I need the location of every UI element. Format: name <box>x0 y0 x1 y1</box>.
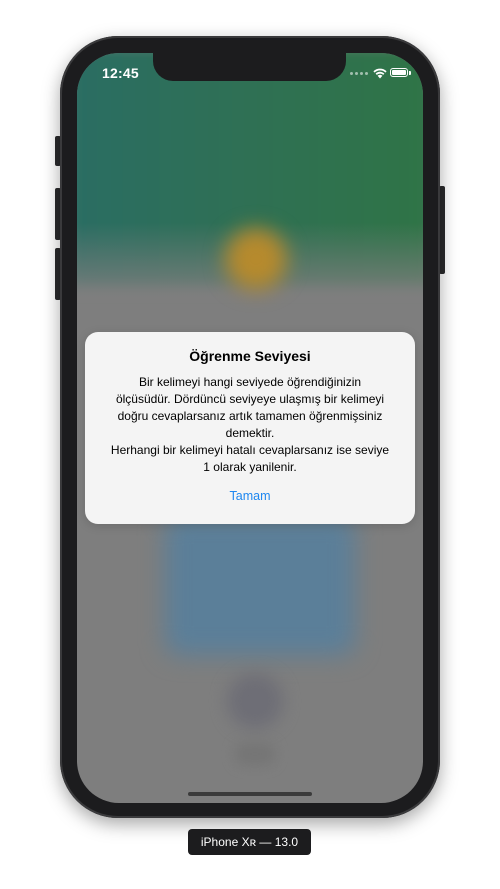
blurred-caption <box>235 743 275 765</box>
alert-message: Bir kelimeyi hangi seviyede öğrendiğiniz… <box>99 374 401 476</box>
status-icons <box>350 66 411 82</box>
blurred-card <box>165 515 355 655</box>
signal-dots-icon <box>350 72 370 76</box>
alert-message-line: Bir kelimeyi hangi seviyede öğrendiğiniz… <box>138 375 362 389</box>
alert-message-line: demektir. <box>225 426 275 440</box>
blurred-avatar <box>225 228 287 290</box>
battery-cap <box>409 71 411 75</box>
alert-message-line: ölçüsüdür. Dördüncü seviyeye ulaşmış bir… <box>115 392 385 406</box>
home-indicator[interactable] <box>188 792 312 796</box>
wifi-icon <box>373 68 387 79</box>
alert-dialog: Öğrenme Seviyesi Bir kelimeyi hangi sevi… <box>85 332 415 524</box>
blurred-round-button <box>227 673 283 729</box>
alert-message-line: 1 olarak yanilenir. <box>203 460 297 474</box>
ok-button[interactable]: Tamam <box>185 486 315 506</box>
battery-icon <box>390 68 408 77</box>
alert-message-line: doğru cevaplarsanız artık tamamen öğrenm… <box>117 409 383 423</box>
alert-title: Öğrenme Seviyesi <box>189 348 311 364</box>
status-time: 12:45 <box>102 65 139 81</box>
alert-message-line: Herhangi bir kelimeyi hatalı cevaplarsan… <box>110 443 390 457</box>
device-label: iPhone Xʀ — 13.0 <box>188 829 311 855</box>
screen-notch <box>153 53 346 81</box>
